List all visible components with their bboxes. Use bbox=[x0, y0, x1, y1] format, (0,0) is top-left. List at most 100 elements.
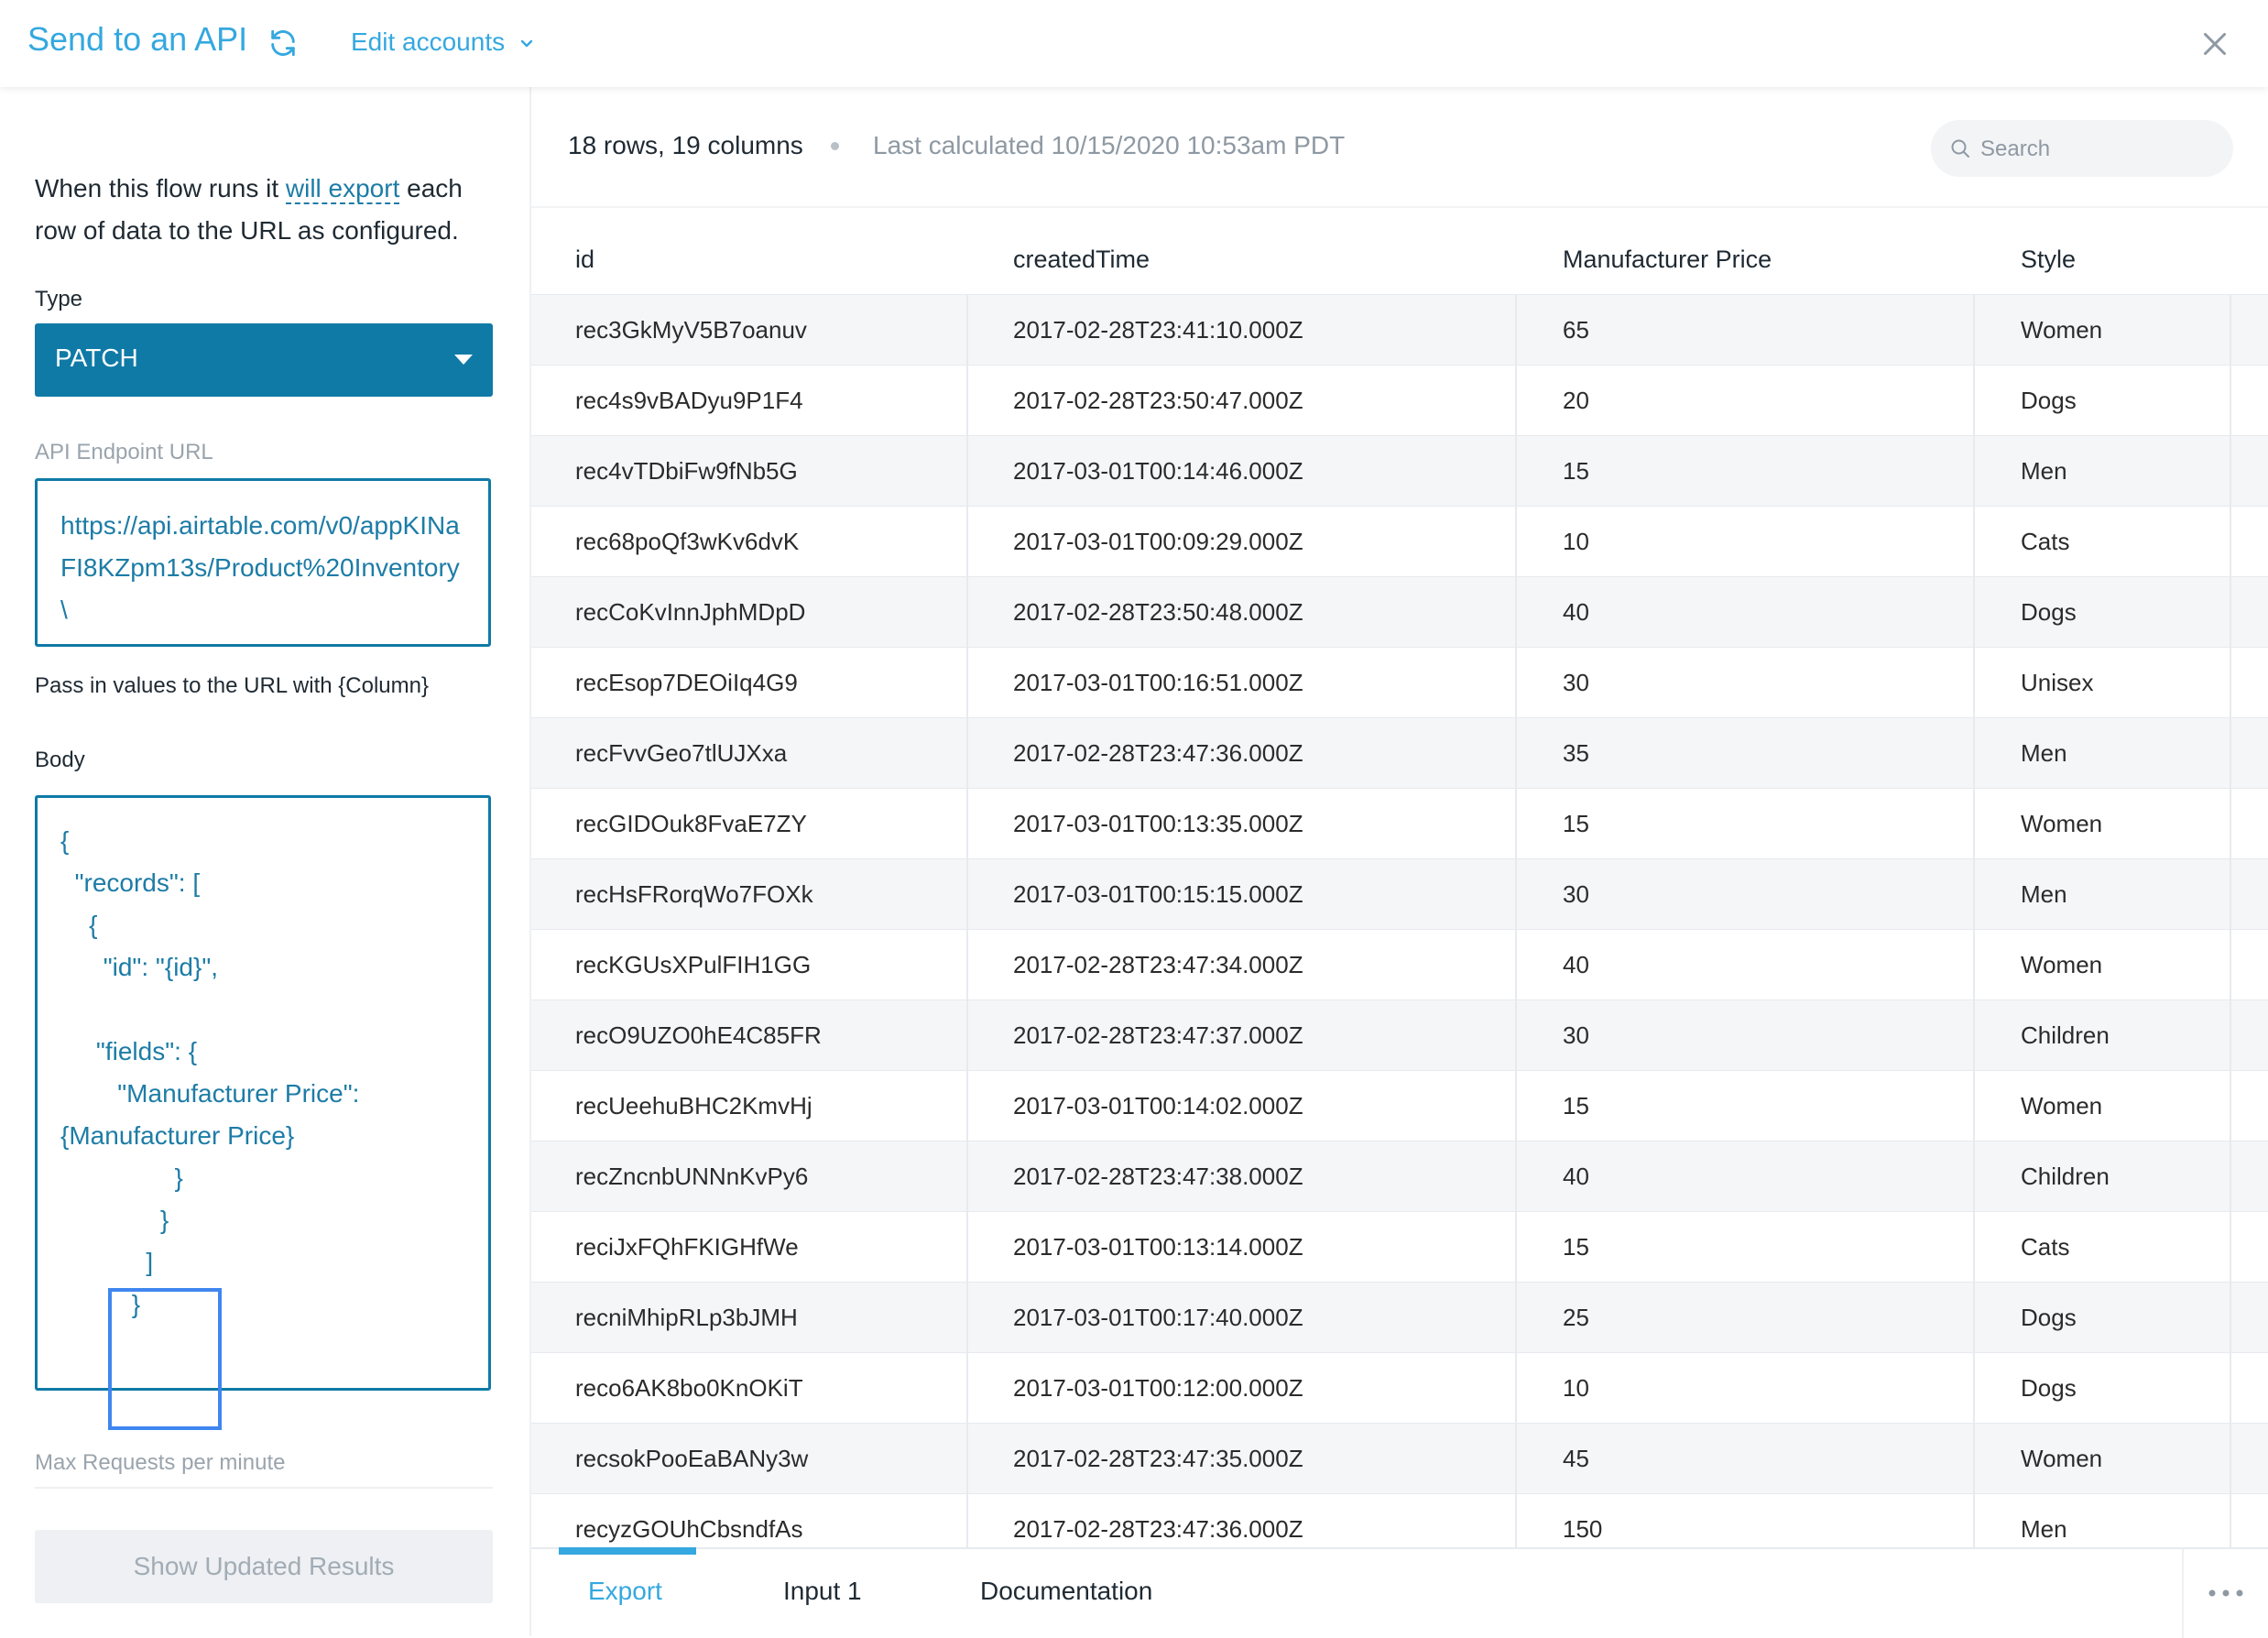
column-separator bbox=[1973, 577, 1975, 647]
tab-export[interactable]: Export bbox=[588, 1577, 662, 1606]
column-separator bbox=[2230, 1212, 2231, 1282]
column-separator bbox=[966, 930, 968, 999]
column-separator bbox=[966, 577, 968, 647]
table-row[interactable]: recCoKvInnJphMDpD 2017-02-28T23:50:48.000… bbox=[531, 577, 2268, 648]
table-cell: 2017-02-28T23:47:38.000Z bbox=[1013, 1163, 1303, 1190]
table-cell: 2017-03-01T00:13:14.000Z bbox=[1013, 1233, 1303, 1261]
table-cell: recKGUsXPulFIH1GG bbox=[575, 951, 812, 978]
edit-accounts-dropdown[interactable]: Edit accounts bbox=[351, 27, 538, 57]
table-header: id createdTime Manufacturer Price Style bbox=[531, 236, 2268, 294]
close-icon[interactable] bbox=[2198, 27, 2231, 60]
column-separator bbox=[1973, 859, 1975, 929]
column-separator bbox=[1515, 1353, 1517, 1423]
more-icon[interactable] bbox=[2206, 1586, 2246, 1600]
table-row[interactable]: rec3GkMyV5B7oanuv 2017-02-28T23:41:10.000… bbox=[531, 294, 2268, 366]
column-separator bbox=[1515, 436, 1517, 506]
column-separator bbox=[2230, 507, 2231, 576]
tab-documentation[interactable]: Documentation bbox=[980, 1577, 1152, 1606]
table-row[interactable]: rec4vTDbiFw9fNb5G 2017-03-01T00:14:46.000… bbox=[531, 436, 2268, 507]
column-separator bbox=[1973, 1353, 1975, 1423]
table-cell: Men bbox=[2021, 880, 2067, 908]
table-cell: recUeehuBHC2KmvHj bbox=[575, 1092, 812, 1119]
column-separator bbox=[1515, 1141, 1517, 1211]
table-row[interactable]: reco6AK8bo0KnOKiT 2017-03-01T00:12:00.000… bbox=[531, 1353, 2268, 1424]
column-separator bbox=[2230, 718, 2231, 788]
column-separator bbox=[1973, 930, 1975, 999]
table-row[interactable]: recHsFRorqWo7FOXk 2017-03-01T00:15:15.000… bbox=[531, 859, 2268, 930]
column-separator bbox=[966, 1283, 968, 1352]
refresh-icon[interactable] bbox=[267, 27, 299, 59]
column-separator bbox=[1973, 1283, 1975, 1352]
column-separator bbox=[1515, 295, 1517, 365]
table-row[interactable]: recKGUsXPulFIH1GG 2017-02-28T23:47:34.000… bbox=[531, 930, 2268, 1000]
body-label: Body bbox=[35, 748, 85, 772]
table-cell: 10 bbox=[1563, 528, 1589, 555]
table-cell: 2017-03-01T00:14:46.000Z bbox=[1013, 457, 1303, 485]
table-cell: 2017-03-01T00:15:15.000Z bbox=[1013, 880, 1303, 908]
column-separator bbox=[2230, 1424, 2231, 1493]
table-cell: Women bbox=[2021, 1445, 2103, 1472]
table-cell: recZncnbUNNnKvPy6 bbox=[575, 1163, 809, 1190]
table-cell: 15 bbox=[1563, 810, 1589, 837]
table-row[interactable]: recniMhipRLp3bJMH 2017-03-01T00:17:40.000… bbox=[531, 1283, 2268, 1353]
column-header-manufacturer-price[interactable]: Manufacturer Price bbox=[1563, 246, 1772, 274]
table-row[interactable]: recEsop7DEOiIq4G9 2017-03-01T00:16:51.000… bbox=[531, 648, 2268, 718]
search-input[interactable] bbox=[1979, 120, 2220, 179]
column-separator bbox=[1515, 577, 1517, 647]
column-separator bbox=[966, 859, 968, 929]
column-separator bbox=[966, 718, 968, 788]
column-separator bbox=[966, 1141, 968, 1211]
column-separator bbox=[1973, 1212, 1975, 1282]
table-cell: Children bbox=[2021, 1021, 2110, 1049]
search-box[interactable] bbox=[1931, 120, 2233, 179]
table-row[interactable]: recZncnbUNNnKvPy6 2017-02-28T23:47:38.000… bbox=[531, 1141, 2268, 1212]
table-cell: recO9UZO0hE4C85FR bbox=[575, 1021, 822, 1049]
column-separator bbox=[1515, 1000, 1517, 1070]
table-body: rec3GkMyV5B7oanuv 2017-02-28T23:41:10.000… bbox=[531, 294, 2268, 1565]
column-separator bbox=[2230, 577, 2231, 647]
table-cell: Cats bbox=[2021, 528, 2070, 555]
table-row[interactable]: recFvvGeo7tlUJXxa 2017-02-28T23:47:36.000… bbox=[531, 718, 2268, 789]
table-cell: 2017-03-01T00:12:00.000Z bbox=[1013, 1374, 1303, 1402]
endpoint-url-field[interactable]: https://api.airtable.com/v0/appKINaFI8KZ… bbox=[35, 478, 491, 647]
table-row[interactable]: recsokPooEaBANy3w 2017-02-28T23:47:35.000… bbox=[531, 1424, 2268, 1494]
table-cell: Men bbox=[2021, 739, 2067, 767]
column-separator bbox=[2230, 1000, 2231, 1070]
column-separator bbox=[2230, 789, 2231, 858]
column-separator bbox=[1973, 1071, 1975, 1141]
table-cell: Men bbox=[2021, 457, 2067, 485]
tab-input-1[interactable]: Input 1 bbox=[783, 1577, 862, 1606]
column-separator bbox=[1973, 718, 1975, 788]
body-field[interactable]: { "records": [ { "id": "{id}", "fields":… bbox=[35, 795, 491, 1430]
show-updated-results-button[interactable]: Show Updated Results bbox=[35, 1530, 493, 1603]
table-cell: Children bbox=[2021, 1163, 2110, 1190]
table-cell: 30 bbox=[1563, 1021, 1589, 1049]
table-cell: recGIDOuk8FvaE7ZY bbox=[575, 810, 807, 837]
will-export-link[interactable]: will export bbox=[285, 174, 400, 204]
column-header-id[interactable]: id bbox=[575, 246, 594, 274]
column-separator bbox=[2230, 295, 2231, 365]
table-cell: rec3GkMyV5B7oanuv bbox=[575, 316, 807, 344]
type-label: Type bbox=[35, 287, 83, 311]
table-row[interactable]: rec68poQf3wKv6dvK 2017-03-01T00:09:29.000… bbox=[531, 507, 2268, 577]
tab-divider bbox=[2182, 1549, 2184, 1638]
column-separator bbox=[1973, 366, 1975, 435]
column-separator bbox=[1515, 507, 1517, 576]
table-cell: 2017-02-28T23:47:35.000Z bbox=[1013, 1445, 1303, 1472]
table-cell: 30 bbox=[1563, 669, 1589, 696]
table-row[interactable]: recGIDOuk8FvaE7ZY 2017-03-01T00:13:35.000… bbox=[531, 789, 2268, 859]
table-cell: 2017-02-28T23:47:34.000Z bbox=[1013, 951, 1303, 978]
table-row[interactable]: reciJxFQhFKIGHfWe 2017-03-01T00:13:14.000… bbox=[531, 1212, 2268, 1283]
active-tab-indicator bbox=[559, 1547, 696, 1555]
column-separator bbox=[966, 1071, 968, 1141]
column-header-style[interactable]: Style bbox=[2021, 246, 2076, 274]
table-cell: 40 bbox=[1563, 1163, 1589, 1190]
table-cell: Dogs bbox=[2021, 387, 2077, 414]
table-row[interactable]: recO9UZO0hE4C85FR 2017-02-28T23:47:37.000… bbox=[531, 1000, 2268, 1071]
type-select[interactable]: PATCH bbox=[35, 323, 493, 397]
table-row[interactable]: rec4s9vBADyu9P1F4 2017-02-28T23:50:47.000… bbox=[531, 366, 2268, 436]
max-requests-field[interactable] bbox=[35, 1487, 493, 1489]
column-header-createdtime[interactable]: createdTime bbox=[1013, 246, 1150, 274]
table-row[interactable]: recUeehuBHC2KmvHj 2017-03-01T00:14:02.000… bbox=[531, 1071, 2268, 1141]
type-select-value: PATCH bbox=[55, 344, 138, 372]
